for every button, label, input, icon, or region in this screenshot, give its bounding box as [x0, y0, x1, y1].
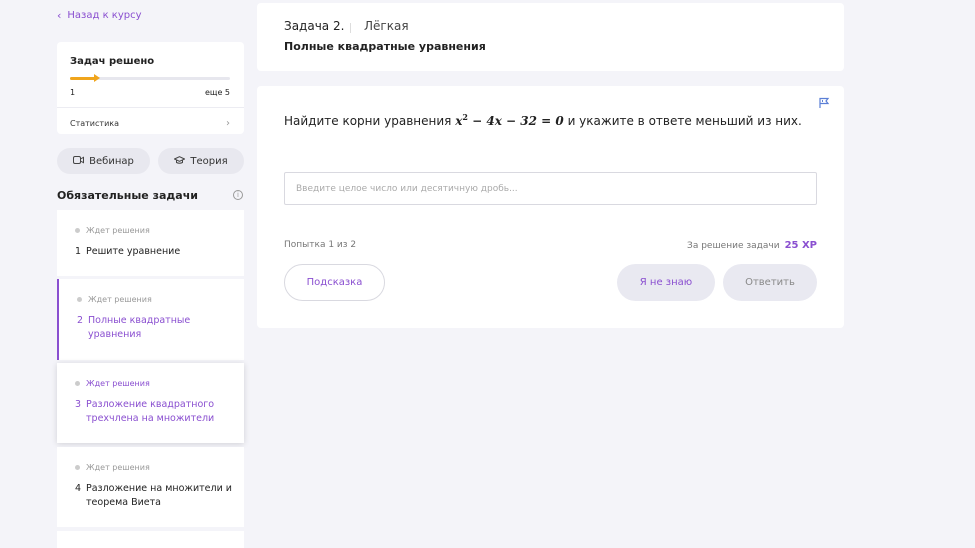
status-dot	[75, 228, 80, 233]
task-list-item-2[interactable]: Ждет решения 2 Полные квадратные уравнени…	[57, 279, 244, 360]
task-title: Полные квадратные уравнения	[284, 40, 486, 53]
statistics-label: Статистика	[70, 118, 119, 128]
dont-know-button[interactable]: Я не знаю	[617, 264, 715, 301]
status-dot	[75, 465, 80, 470]
task-title: 4 Разложение на множители и теорема Виета	[75, 482, 235, 510]
task-title: 3 Разложение квадратного трехчлена на мно…	[75, 398, 235, 426]
task-number: 4	[75, 483, 82, 494]
progress-solved-count: 1	[70, 88, 76, 97]
sidebar: ‹ Назад к курсу Задач решено 1 еще 5 Ста…	[57, 0, 244, 548]
progress-bar	[70, 74, 230, 82]
chevron-right-icon: ›	[226, 117, 230, 129]
problem-card: Найдите корни уравнения x2 − 4x − 32 = 0…	[257, 86, 844, 328]
task-title: 2 Полные квадратные уравнения	[77, 314, 237, 342]
task-header-card: Задача 2. Лёгкая Полные квадратные уравн…	[257, 3, 844, 71]
task-number: 1	[75, 246, 82, 257]
back-link-label: Назад к курсу	[67, 10, 142, 21]
progress-card: Задач решено 1 еще 5 Статистика ›	[57, 42, 244, 134]
equation: x2 − 4x − 32 = 0	[455, 112, 564, 128]
task-number-label: Задача 2.	[284, 19, 345, 33]
theory-label: Теория	[190, 155, 228, 167]
problem-question: Найдите корни уравнения x2 − 4x − 32 = 0…	[284, 112, 802, 128]
webinar-label: Вебинар	[89, 155, 134, 167]
progress-title: Задач решено	[70, 56, 155, 67]
task-title: 1 Решите уравнение	[75, 245, 235, 259]
chevron-left-icon: ‹	[57, 9, 62, 22]
statistics-link[interactable]: Статистика ›	[70, 116, 230, 130]
status-dot	[77, 297, 82, 302]
reward-info: За решение задачи 25 XP	[687, 240, 817, 251]
task-number: 2	[77, 315, 84, 326]
task-list-item-5[interactable]	[57, 531, 244, 548]
task-title-label: Разложение квадратного трехчлена на множ…	[86, 399, 215, 424]
back-to-course-link[interactable]: ‹ Назад к курсу	[57, 10, 142, 21]
task-title-label: Разложение на множители и теорема Виета	[86, 483, 232, 508]
task-status-label: Ждет решения	[86, 226, 150, 235]
task-status: Ждет решения	[75, 379, 150, 388]
question-prefix: Найдите корни уравнения	[284, 114, 452, 128]
task-number: 3	[75, 399, 82, 410]
task-status-label: Ждет решения	[88, 295, 152, 304]
hint-button[interactable]: Подсказка	[284, 264, 385, 301]
task-title-label: Решите уравнение	[86, 246, 181, 257]
progress-fill	[70, 77, 97, 80]
graduation-cap-icon	[173, 155, 187, 167]
progress-remaining: еще 5	[204, 88, 230, 97]
progress-marker	[94, 74, 100, 82]
answer-button[interactable]: Ответить	[723, 264, 817, 301]
task-status: Ждет решения	[77, 295, 152, 304]
task-status-label: Ждет решения	[86, 379, 150, 388]
divider	[350, 23, 351, 33]
task-status-label: Ждет решения	[86, 463, 150, 472]
task-list-item-3[interactable]: Ждет решения 3 Разложение квадратного тре…	[57, 363, 244, 443]
flag-icon[interactable]	[818, 94, 830, 108]
reward-xp: 25 XP	[784, 240, 817, 251]
reward-label: За решение задачи	[687, 241, 780, 251]
difficulty-label: Лёгкая	[364, 19, 409, 33]
video-icon	[73, 155, 85, 167]
info-icon[interactable]: i	[233, 190, 243, 200]
task-list-item-1[interactable]: Ждет решения 1 Решите уравнение	[57, 210, 244, 276]
webinar-button[interactable]: Вебинар	[57, 148, 150, 174]
divider	[57, 107, 244, 108]
attempt-counter: Попытка 1 из 2	[284, 240, 357, 250]
task-list-item-4[interactable]: Ждет решения 4 Разложение на множители и …	[57, 447, 244, 527]
task-status: Ждет решения	[75, 226, 150, 235]
question-suffix: и укажите в ответе меньший из них.	[567, 114, 802, 128]
mandatory-tasks-title: Обязательные задачи	[57, 189, 198, 202]
theory-button[interactable]: Теория	[158, 148, 244, 174]
task-title-label: Полные квадратные уравнения	[88, 315, 191, 340]
task-status: Ждет решения	[75, 463, 150, 472]
status-dot	[75, 381, 80, 386]
equation-rest: − 4x − 32 = 0	[467, 114, 564, 128]
answer-input[interactable]	[284, 172, 817, 205]
